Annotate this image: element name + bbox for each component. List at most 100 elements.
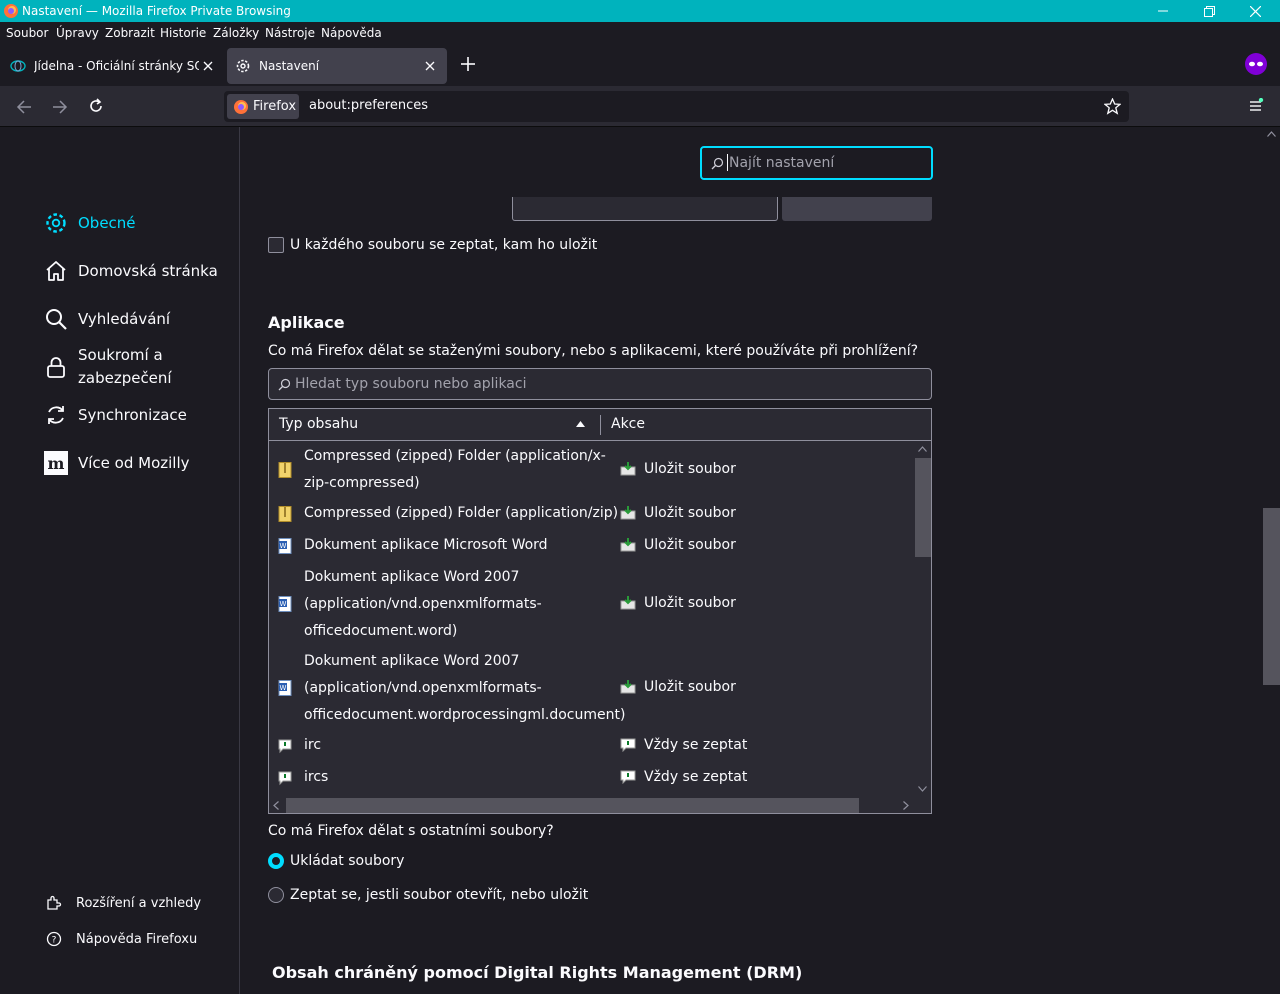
text-caret	[727, 154, 728, 171]
close-tab-icon[interactable]	[425, 61, 435, 71]
sidebar-footer-label: Nápověda Firefoxu	[76, 931, 198, 947]
sidebar-item-search[interactable]: Vyhledávání	[44, 307, 170, 331]
action-label[interactable]: Vždy se zeptat	[644, 769, 747, 785]
scrollbar-thumb[interactable]	[286, 798, 859, 813]
reload-button[interactable]	[88, 98, 104, 114]
content-type-line: officedocument.wordprocessingml.document…	[304, 707, 626, 723]
chevron-left-icon[interactable]	[273, 801, 279, 810]
search-settings-placeholder: Najít nastavení	[729, 155, 835, 171]
search-icon	[711, 157, 724, 170]
url-bar[interactable]: Firefox about:preferences	[224, 91, 1129, 122]
close-tab-icon[interactable]	[203, 61, 213, 71]
table-row[interactable]: Compressed (zipped) Folder (application/…	[269, 442, 914, 497]
action-label[interactable]: Uložit soubor	[644, 595, 736, 611]
preferences-main: Najít nastavení U každého souboru se zep…	[241, 127, 1263, 994]
page-scrollbar[interactable]	[1263, 127, 1280, 994]
action-label[interactable]: Uložit soubor	[644, 461, 736, 477]
action-label[interactable]: Vždy se zeptat	[644, 737, 747, 753]
chevron-up-icon[interactable]	[1267, 131, 1276, 137]
search-icon	[44, 307, 68, 331]
table-row[interactable]: Compressed (zipped) Folder (application/…	[269, 499, 914, 529]
sidebar-item-sync[interactable]: Synchronizace	[44, 403, 187, 427]
sidebar-item-label: Soukromí a	[78, 346, 163, 364]
svg-text:W: W	[280, 600, 287, 608]
other-files-question: Co má Firefox dělat s ostatními soubory?	[268, 823, 554, 839]
scrollbar-thumb[interactable]	[1263, 508, 1280, 685]
sidebar-item-privacy[interactable]: Soukromí a zabezpečení	[44, 344, 172, 390]
table-row[interactable]: W Dokument aplikace Word 2007 (application…	[269, 563, 914, 645]
column-header-action[interactable]: Akce	[611, 416, 645, 432]
content-type-line: (application/vnd.openxmlformats-	[304, 680, 542, 696]
content-type-line: Compressed (zipped) Folder (application/…	[304, 448, 606, 464]
new-tab-button[interactable]	[460, 56, 476, 72]
menu-zalozky[interactable]: Záložky	[213, 26, 259, 40]
sidebar-item-label: Obecné	[78, 214, 136, 232]
table-row[interactable]: W Dokument aplikace Microsoft Word Uložit …	[269, 531, 914, 561]
url-text[interactable]: about:preferences	[309, 98, 428, 113]
filter-content-type-input[interactable]: Hledat typ souboru nebo aplikaci	[268, 368, 932, 400]
sidebar-item-more-from-mozilla[interactable]: m Více od Mozilly	[44, 451, 190, 475]
identity-box[interactable]: Firefox	[227, 94, 299, 119]
forward-button[interactable]	[52, 99, 68, 115]
globe-icon	[10, 58, 26, 74]
chevron-right-icon[interactable]	[903, 801, 909, 810]
table-row[interactable]: W Dokument aplikace Word 2007 (application…	[269, 647, 914, 729]
column-header-type[interactable]: Typ obsahu	[279, 416, 358, 432]
search-settings-input[interactable]: Najít nastavení	[700, 146, 933, 180]
chevron-up-icon[interactable]	[918, 446, 927, 452]
download-folder-field[interactable]	[512, 197, 778, 221]
minimize-button[interactable]	[1140, 0, 1186, 22]
back-button[interactable]	[16, 99, 32, 115]
close-window-button[interactable]	[1232, 0, 1278, 22]
title-bar: Nastavení — Mozilla Firefox Private Brow…	[0, 0, 1280, 22]
identity-label: Firefox	[253, 99, 297, 114]
sidebar-addons-link[interactable]: Rozšíření a vzhledy	[46, 895, 201, 911]
menu-zobrazit[interactable]: Zobrazit	[105, 26, 155, 40]
sidebar-help-link[interactable]: ? Nápověda Firefoxu	[46, 931, 197, 947]
table-horizontal-scrollbar[interactable]	[269, 797, 914, 813]
chevron-down-icon[interactable]	[918, 786, 927, 792]
table-row[interactable]: irc Vždy se zeptat	[269, 731, 914, 761]
radio-save-files-label: Ukládat soubory	[290, 853, 405, 869]
drm-heading: Obsah chráněný pomocí Digital Rights Man…	[272, 963, 803, 982]
ask-where-to-save-checkbox[interactable]	[268, 237, 284, 253]
tab-bar: Jídelna - Oficiální stránky SOU H Nastav…	[0, 44, 1280, 86]
table-vertical-scrollbar[interactable]	[914, 442, 931, 797]
word-icon: W	[278, 538, 292, 554]
content-type-label: ircs	[304, 764, 614, 791]
menu-napoveda[interactable]: Nápověda	[321, 26, 382, 40]
radio-save-files[interactable]	[268, 853, 284, 869]
menu-nastroje[interactable]: Nástroje	[265, 26, 315, 40]
tab-nastaveni[interactable]: Nastavení	[227, 48, 447, 84]
chat-icon	[278, 770, 292, 786]
save-icon	[620, 596, 636, 610]
menu-upravy[interactable]: Úpravy	[56, 26, 99, 40]
menu-historie[interactable]: Historie	[160, 26, 206, 40]
download-folder-browse-button[interactable]	[782, 197, 932, 221]
sidebar-item-label-line2: zabezpečení	[78, 369, 172, 387]
scrollbar-thumb[interactable]	[915, 458, 931, 557]
action-label[interactable]: Uložit soubor	[644, 537, 736, 553]
bookmark-star-icon[interactable]	[1104, 98, 1121, 115]
content-type-line: (application/vnd.openxmlformats-	[304, 596, 542, 612]
save-icon	[620, 461, 636, 476]
applications-description: Co má Firefox dělat se staženými soubory…	[268, 343, 919, 359]
menu-soubor[interactable]: Soubor	[6, 26, 48, 40]
action-label[interactable]: Uložit soubor	[644, 679, 736, 695]
content-type-label: Dokument aplikace Word 2007 (application/…	[304, 648, 626, 729]
radio-ask-open-or-save[interactable]	[268, 887, 284, 903]
table-row[interactable]: ircs Vždy se zeptat	[269, 763, 914, 793]
tab-jidelna[interactable]: Jídelna - Oficiální stránky SOU H	[2, 48, 222, 84]
content-type-label: Dokument aplikace Microsoft Word	[304, 532, 614, 559]
sidebar-item-label: Vyhledávání	[78, 310, 171, 328]
restore-button[interactable]	[1186, 0, 1232, 22]
app-menu-button[interactable]	[1248, 98, 1264, 114]
zip-icon	[278, 461, 292, 478]
action-label[interactable]: Uložit soubor	[644, 505, 736, 521]
sidebar-item-home[interactable]: Domovská stránka	[44, 259, 218, 283]
content-type-line: Dokument aplikace Microsoft Word	[304, 537, 548, 553]
help-icon: ?	[46, 931, 62, 947]
sidebar-item-general[interactable]: Obecné	[44, 211, 136, 235]
window-title: Nastavení — Mozilla Firefox Private Brow…	[22, 4, 291, 18]
search-icon	[278, 378, 291, 391]
